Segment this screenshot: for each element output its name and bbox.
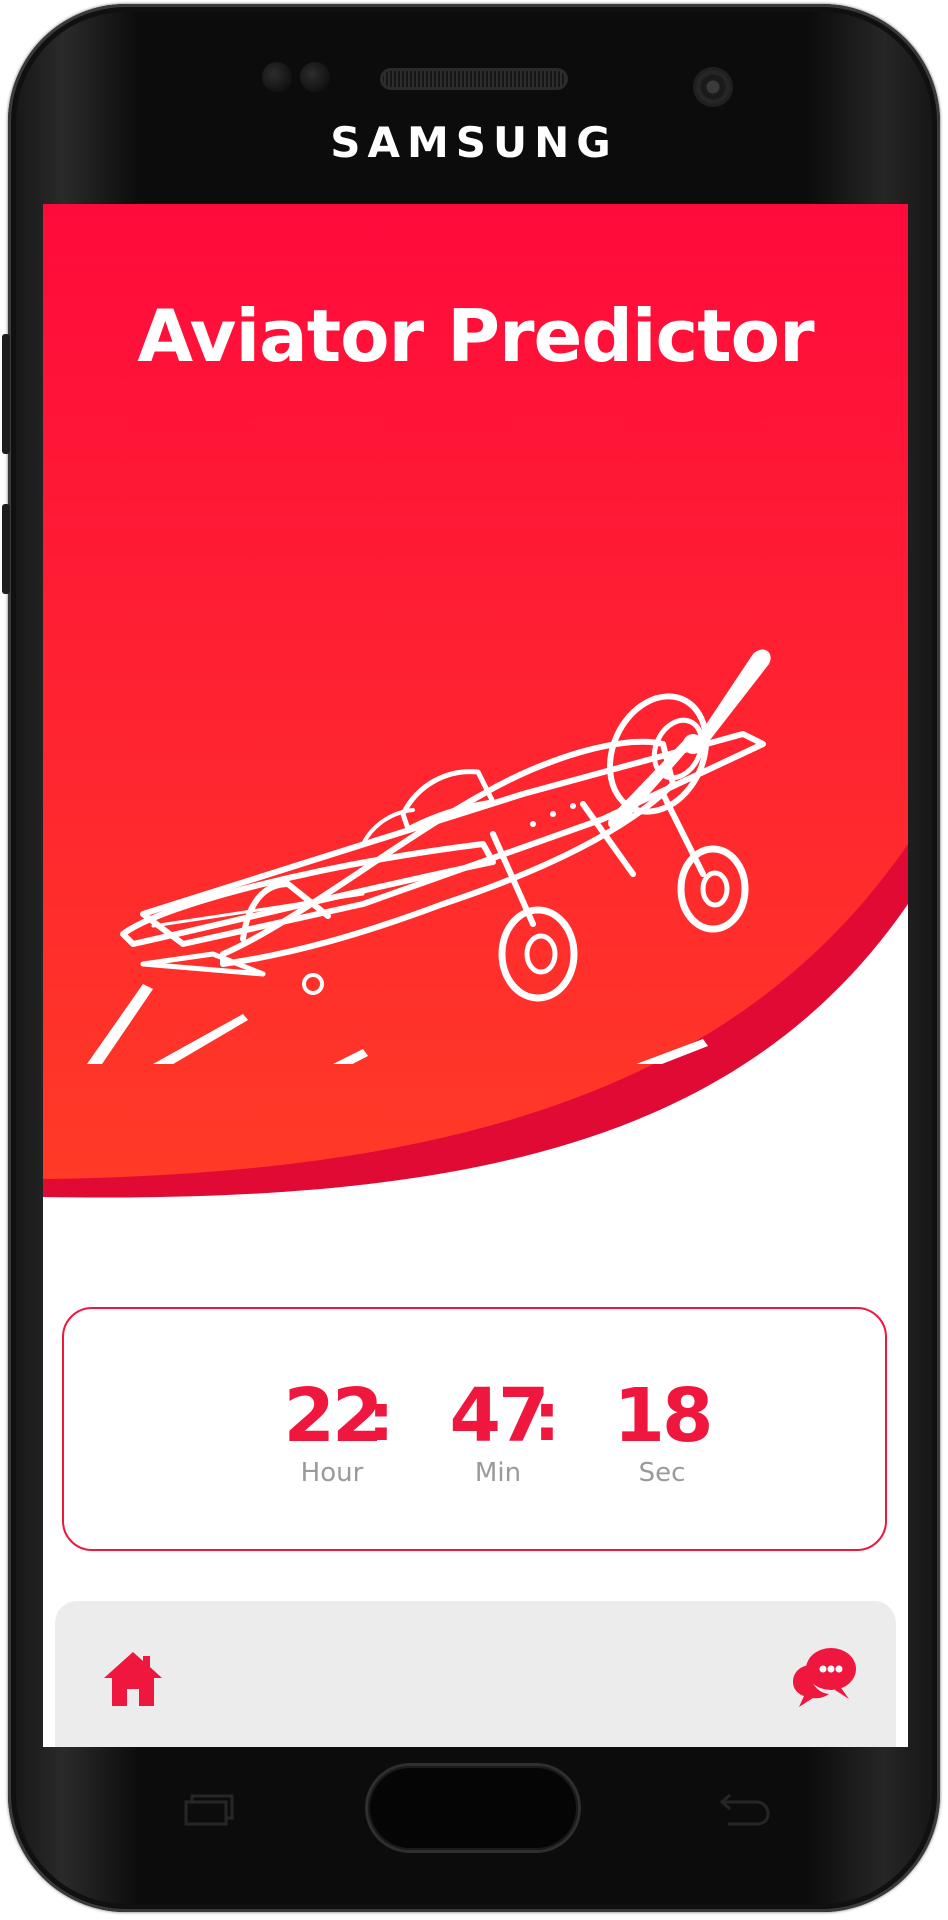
home-icon: [104, 1652, 162, 1706]
speed-lines: [87, 984, 708, 1064]
device-brand: SAMSUNG: [330, 118, 618, 167]
hours-label: Hour: [300, 1458, 364, 1488]
nav-chat-button[interactable]: [789, 1641, 859, 1711]
home-hardware-key[interactable]: [368, 1766, 578, 1850]
front-camera: [696, 70, 730, 104]
chat-bubbles-icon: [793, 1648, 856, 1707]
app-screen: Aviator Predictor 22 Hour: 47 Min: 18 …: [43, 204, 908, 1747]
airplane-illustration: [87, 649, 771, 1064]
timer-seconds: 18 Sec: [592, 1375, 732, 1489]
countdown-timer-card: 22 Hour : 47 Min : 18 Sec: [62, 1307, 887, 1551]
minutes-label: Min: [474, 1458, 522, 1488]
front-wheel: [498, 906, 578, 1002]
recent-apps-key[interactable]: [176, 1792, 236, 1828]
bixby-button: [2, 504, 10, 594]
proximity-sensor: [262, 62, 292, 92]
rear-wheel: [677, 845, 749, 933]
timer-separator: :: [533, 1379, 561, 1456]
timer-separator: :: [367, 1379, 395, 1456]
countdown-timer: 22 Hour : 47 Min : 18 Sec: [64, 1375, 889, 1488]
bottom-navigation-bar: [55, 1601, 896, 1747]
nav-home-button[interactable]: [98, 1644, 168, 1714]
app-title: Aviator Predictor: [137, 294, 814, 378]
seconds-label: Sec: [638, 1458, 686, 1488]
seconds-value: 18: [613, 1373, 714, 1459]
light-sensor: [300, 62, 330, 92]
back-key[interactable]: [712, 1792, 772, 1828]
earpiece-speaker: [380, 68, 568, 90]
volume-button: [2, 334, 10, 454]
